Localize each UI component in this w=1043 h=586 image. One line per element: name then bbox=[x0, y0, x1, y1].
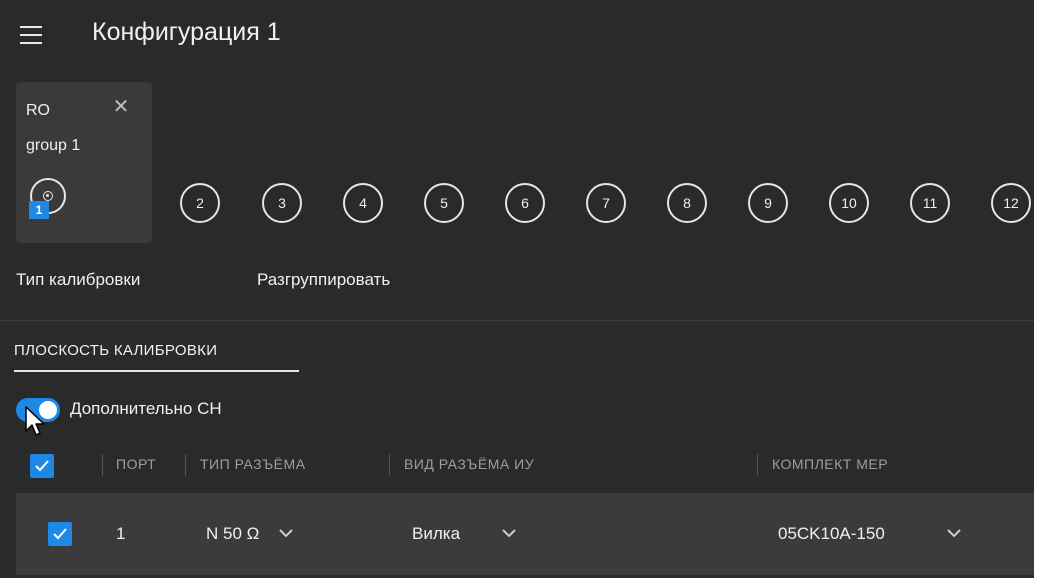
app-panel: Конфигурация 1 RO ✕ group 1 1 2 3 4 5 6 … bbox=[0, 0, 1034, 578]
column-header-connector-type: ТИП РАЗЪЁМА bbox=[200, 456, 306, 472]
table-row: 1 N 50 Ω Вилка 05CK10A-150 bbox=[16, 493, 1034, 575]
dut-connector-dropdown[interactable]: Вилка bbox=[412, 518, 532, 548]
port-button[interactable]: 4 bbox=[343, 183, 383, 223]
port-button[interactable]: 8 bbox=[667, 183, 707, 223]
window-frame: Конфигурация 1 RO ✕ group 1 1 2 3 4 5 6 … bbox=[0, 0, 1043, 586]
port-button[interactable]: 10 bbox=[829, 183, 869, 223]
extra-ch-toggle[interactable] bbox=[16, 398, 60, 422]
port-button[interactable]: 9 bbox=[748, 183, 788, 223]
page-title: Конфигурация 1 bbox=[92, 18, 281, 46]
tab-calibration-plane[interactable]: ПЛОСКОСТЬ КАЛИБРОВКИ bbox=[14, 342, 217, 359]
table-header: ПОРТ ТИП РАЗЪЁМА ВИД РАЗЪЁМА ИУ КОМПЛЕКТ… bbox=[16, 448, 1034, 484]
calibration-type-button[interactable]: Тип калибровки bbox=[16, 270, 140, 290]
tab-indicator bbox=[14, 370, 299, 372]
port-number: 1 bbox=[116, 524, 126, 543]
close-icon[interactable]: ✕ bbox=[109, 95, 133, 119]
port-button[interactable]: 5 bbox=[424, 183, 464, 223]
cal-kit-dropdown[interactable]: 05CK10A-150 bbox=[778, 518, 978, 548]
port-button[interactable]: 6 bbox=[505, 183, 545, 223]
toggle-label: Дополнительно CH bbox=[70, 399, 222, 418]
row-checkbox[interactable] bbox=[48, 522, 72, 546]
column-separator bbox=[185, 454, 186, 476]
group-name: RO bbox=[26, 102, 50, 119]
port-list: 2 3 4 5 6 7 8 9 10 11 12 bbox=[0, 183, 1034, 227]
divider bbox=[0, 320, 1034, 321]
chevron-down-icon bbox=[947, 529, 961, 538]
column-separator bbox=[389, 454, 390, 476]
dropdown-value: N 50 Ω bbox=[206, 524, 260, 543]
port-button[interactable]: 11 bbox=[910, 183, 950, 223]
select-all-checkbox[interactable] bbox=[30, 454, 54, 478]
dropdown-value: Вилка bbox=[412, 524, 461, 543]
port-button[interactable]: 3 bbox=[262, 183, 302, 223]
chevron-down-icon bbox=[279, 529, 293, 538]
menu-icon[interactable] bbox=[20, 26, 42, 44]
header: Конфигурация 1 bbox=[0, 0, 1034, 72]
column-header-cal-kit: КОМПЛЕКТ МЕР bbox=[772, 456, 889, 472]
column-separator bbox=[102, 454, 103, 476]
port-button[interactable]: 12 bbox=[991, 183, 1031, 223]
column-header-dut-connector: ВИД РАЗЪЁМА ИУ bbox=[404, 456, 535, 472]
dropdown-value: 05CK10A-150 bbox=[778, 524, 885, 543]
chevron-down-icon bbox=[502, 529, 516, 538]
ungroup-button[interactable]: Разгруппировать bbox=[257, 270, 390, 290]
port-button[interactable]: 7 bbox=[586, 183, 626, 223]
port-button[interactable]: 2 bbox=[180, 183, 220, 223]
action-bar: Тип калибровки Разгруппировать bbox=[0, 270, 1034, 306]
group-label: group 1 bbox=[26, 137, 81, 154]
connector-type-dropdown[interactable]: N 50 Ω bbox=[206, 518, 306, 548]
column-header-port: ПОРТ bbox=[116, 456, 157, 472]
column-separator bbox=[757, 454, 758, 476]
